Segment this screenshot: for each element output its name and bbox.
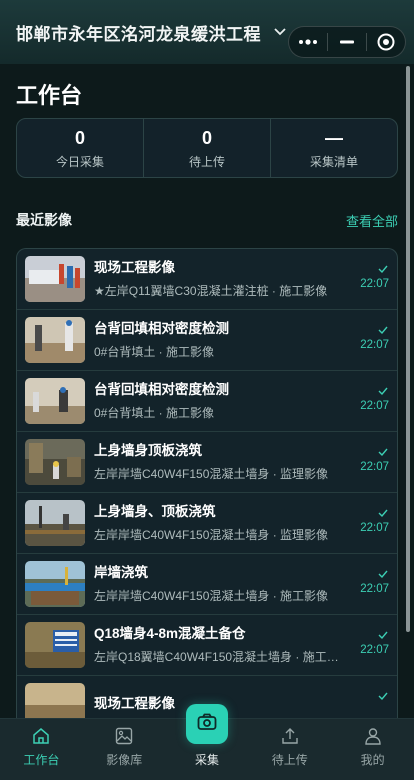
chevron-down-icon[interactable]	[273, 25, 287, 39]
page-title: 工作台	[16, 83, 83, 108]
image-thumbnail	[25, 439, 85, 485]
item-info: 台背回填相对密度检测 0#台背填土 · 施工影像	[94, 320, 344, 360]
stat-today-collected[interactable]: 0 今日采集	[17, 119, 143, 177]
item-title: 上身墙身顶板浇筑	[94, 443, 202, 458]
miniprogram-capsule	[288, 26, 406, 58]
item-status: 22:07	[355, 446, 389, 473]
tab-label: 采集	[194, 753, 219, 767]
tab-label: 工作台	[23, 753, 60, 767]
stat-value: 0	[74, 127, 85, 148]
capture-button[interactable]	[186, 704, 228, 744]
item-status: 22:07	[355, 263, 389, 290]
check-icon	[378, 692, 388, 701]
check-icon	[378, 448, 388, 457]
check-icon	[378, 326, 388, 335]
item-status: 22:07	[355, 324, 389, 351]
tab-pending-upload[interactable]: 待上传	[248, 719, 331, 780]
list-item[interactable]: 台背回填相对密度检测 0#台背填土 · 施工影像 22:07	[17, 371, 397, 432]
tab-workbench[interactable]: 工作台	[0, 719, 83, 780]
item-time: 22:07	[360, 583, 389, 595]
item-status: 22:07	[355, 507, 389, 534]
item-info: 台背回填相对密度检测 0#台背填土 · 施工影像	[94, 381, 344, 421]
tab-label: 待上传	[271, 753, 308, 767]
list-item[interactable]: 现场工程影像 ★左岸Q11翼墙C30混凝土灌注桩 · 施工影像 22:07	[17, 249, 397, 310]
item-status: 22:07	[355, 568, 389, 595]
minimize-icon[interactable]	[328, 27, 366, 57]
image-thumbnail	[25, 622, 85, 668]
item-info: 上身墙身、顶板浇筑 左岸岸墙C40W4F150混凝土墙身 · 监理影像	[94, 503, 344, 543]
stat-value: 0	[201, 127, 212, 148]
stats-panel: 0 今日采集 0 待上传 — 采集清单	[16, 118, 398, 178]
image-icon	[115, 725, 133, 747]
item-subtitle: 左岸Q18翼墙C40W4F150混凝土墙身 · 施工影像	[94, 650, 344, 664]
item-title: Q18墙身4-8m混凝土备仓	[94, 626, 246, 641]
tab-image-library[interactable]: 影像库	[83, 719, 166, 780]
item-status: 22:07	[355, 629, 389, 656]
item-subtitle: 左岸岸墙C40W4F150混凝土墙身 · 监理影像	[94, 467, 329, 481]
item-title: 岸墙浇筑	[94, 565, 148, 580]
image-thumbnail	[25, 256, 85, 302]
check-icon	[378, 265, 388, 274]
list-item[interactable]: 上身墙身、顶板浇筑 左岸岸墙C40W4F150混凝土墙身 · 监理影像 22:0…	[17, 493, 397, 554]
item-subtitle: 左岸岸墙C40W4F150混凝土墙身 · 施工影像	[94, 589, 329, 603]
image-thumbnail	[25, 683, 85, 718]
stat-label: 采集清单	[309, 154, 358, 169]
check-icon	[378, 509, 388, 518]
list-item[interactable]: Q18墙身4-8m混凝土备仓 左岸Q18翼墙C40W4F150混凝土墙身 · 施…	[17, 615, 397, 676]
item-subtitle: 0#台背填土 · 施工影像	[94, 406, 215, 420]
scrollbar[interactable]	[406, 66, 410, 632]
item-subtitle: 0#台背填土 · 施工影像	[94, 345, 215, 359]
item-time: 22:07	[360, 278, 389, 290]
list-item[interactable]: 台背回填相对密度检测 0#台背填土 · 施工影像 22:07	[17, 310, 397, 371]
item-info: 岸墙浇筑 左岸岸墙C40W4F150混凝土墙身 · 施工影像	[94, 564, 344, 604]
recent-images-list: 现场工程影像 ★左岸Q11翼墙C30混凝土灌注桩 · 施工影像 22:07 台背…	[16, 248, 398, 718]
item-title: 上身墙身、顶板浇筑	[94, 504, 216, 519]
item-title: 台背回填相对密度检测	[94, 321, 229, 336]
item-time: 22:07	[360, 461, 389, 473]
tab-label: 影像库	[106, 753, 143, 767]
close-target-icon[interactable]	[367, 27, 405, 57]
item-subtitle: ★左岸Q11翼墙C30混凝土灌注桩 · 施工影像	[94, 284, 328, 298]
view-all-link[interactable]: 查看全部	[346, 211, 398, 230]
item-info: 现场工程影像 ★左岸Q11翼墙C30混凝土灌注桩 · 施工影像	[94, 259, 344, 299]
stat-label: 今日采集	[55, 154, 104, 169]
item-time: 22:07	[360, 522, 389, 534]
item-status	[355, 690, 389, 705]
check-icon	[378, 570, 388, 579]
stat-pending-upload[interactable]: 0 待上传	[143, 119, 270, 177]
tab-mine[interactable]: 我的	[331, 719, 414, 780]
upload-icon	[281, 725, 299, 747]
home-icon	[32, 725, 50, 747]
image-thumbnail	[25, 317, 85, 363]
list-item[interactable]: 上身墙身顶板浇筑 左岸岸墙C40W4F150混凝土墙身 · 监理影像 22:07	[17, 432, 397, 493]
recent-images-header: 最近影像 查看全部	[16, 210, 398, 230]
item-time: 22:07	[360, 644, 389, 656]
stat-label: 待上传	[188, 154, 225, 169]
list-item[interactable]: 岸墙浇筑 左岸岸墙C40W4F150混凝土墙身 · 施工影像 22:07	[17, 554, 397, 615]
camera-icon	[197, 713, 217, 736]
item-title: 现场工程影像	[94, 260, 175, 275]
image-thumbnail	[25, 500, 85, 546]
stat-collection-list[interactable]: — 采集清单	[270, 119, 397, 177]
section-title: 最近影像	[16, 212, 72, 228]
user-icon	[364, 725, 382, 747]
item-time: 22:07	[360, 339, 389, 351]
check-icon	[378, 387, 388, 396]
item-info: Q18墙身4-8m混凝土备仓 左岸Q18翼墙C40W4F150混凝土墙身 · 施…	[94, 625, 344, 665]
stat-value: —	[325, 127, 343, 148]
item-status: 22:07	[355, 385, 389, 412]
image-thumbnail	[25, 378, 85, 424]
project-title[interactable]: 邯郸市永年区洺河龙泉缓洪工程	[16, 20, 261, 45]
item-title: 台背回填相对密度检测	[94, 382, 229, 397]
item-time: 22:07	[360, 400, 389, 412]
item-subtitle: 左岸岸墙C40W4F150混凝土墙身 · 监理影像	[94, 528, 329, 542]
tab-label: 我的	[360, 753, 385, 767]
check-icon	[378, 631, 388, 640]
item-info: 上身墙身顶板浇筑 左岸岸墙C40W4F150混凝土墙身 · 监理影像	[94, 442, 344, 482]
image-thumbnail	[25, 561, 85, 607]
more-icon[interactable]	[289, 27, 327, 57]
